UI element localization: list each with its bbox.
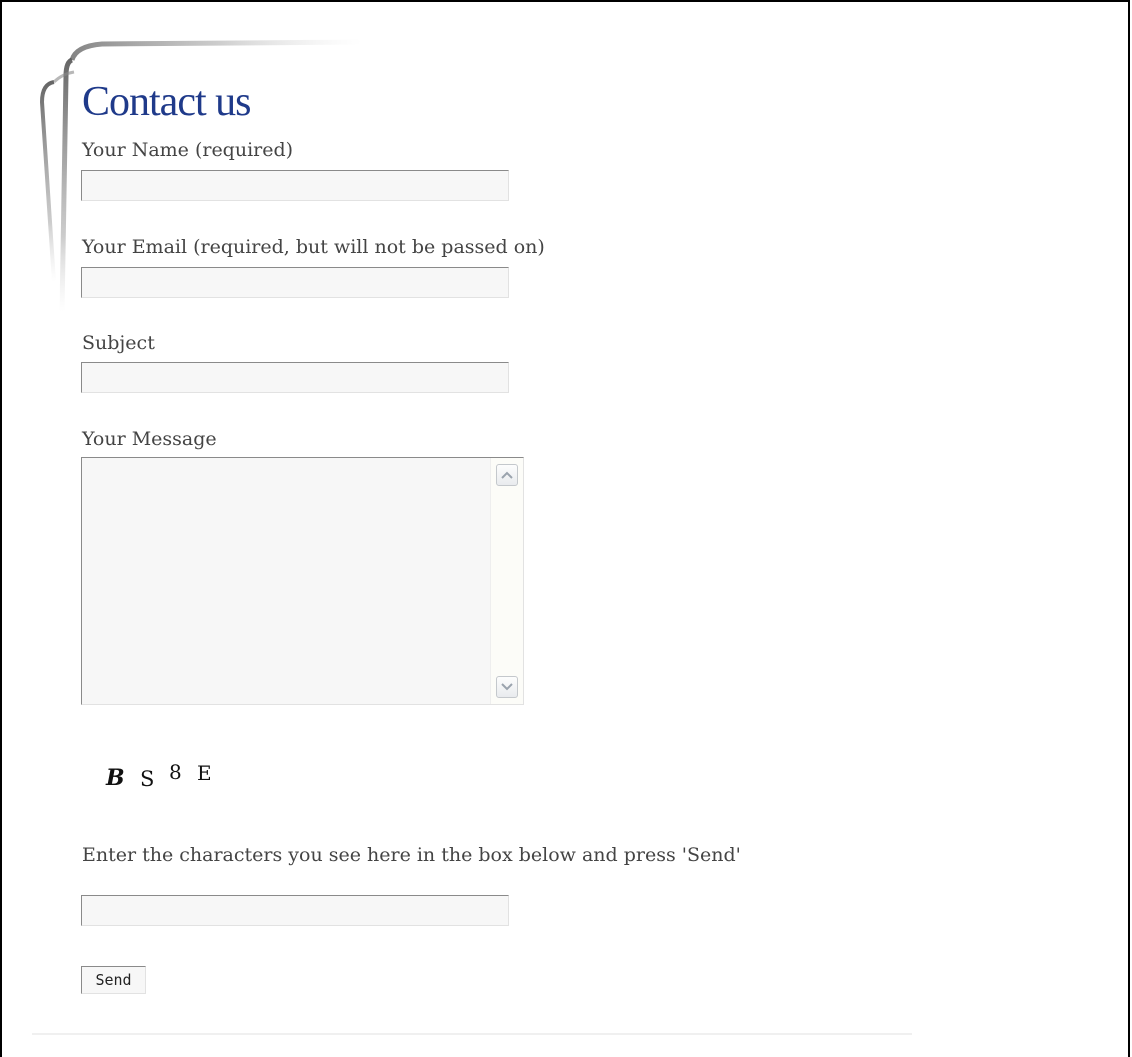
captcha-char: E xyxy=(197,761,212,785)
captcha-char: B xyxy=(106,765,125,791)
name-label: Your Name (required) xyxy=(82,139,294,161)
send-button[interactable]: Send xyxy=(81,966,146,994)
page-title: Contact us xyxy=(82,79,251,125)
message-textarea[interactable] xyxy=(82,458,490,704)
chevron-up-icon xyxy=(501,471,513,479)
subject-label: Subject xyxy=(82,332,155,354)
message-box xyxy=(81,457,524,705)
name-input[interactable] xyxy=(81,170,509,201)
captcha-input[interactable] xyxy=(81,895,509,926)
email-input[interactable] xyxy=(81,267,509,298)
page-frame: Contact us Your Name (required) Your Ema… xyxy=(0,0,1130,1057)
subject-input[interactable] xyxy=(81,362,509,393)
scroll-down-button[interactable] xyxy=(496,676,518,698)
message-label: Your Message xyxy=(82,428,217,450)
scroll-up-button[interactable] xyxy=(496,464,518,486)
captcha-char: S xyxy=(140,767,155,791)
captcha-image: B S 8 E xyxy=(106,757,306,797)
captcha-char: 8 xyxy=(169,760,182,784)
captcha-instruction: Enter the characters you see here in the… xyxy=(82,844,741,866)
email-label: Your Email (required, but will not be pa… xyxy=(82,236,545,258)
chevron-down-icon xyxy=(501,683,513,691)
message-scrollbar[interactable] xyxy=(490,458,523,704)
footer-divider xyxy=(32,1033,912,1035)
